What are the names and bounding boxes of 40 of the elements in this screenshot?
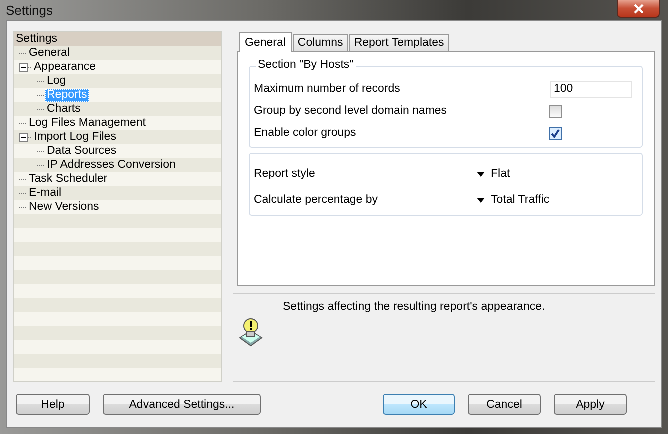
dropdown[interactable]: Flat: [477, 168, 510, 180]
tab[interactable]: Columns: [292, 34, 348, 51]
close-icon: [632, 4, 644, 14]
tree-item[interactable]: E-mail: [27, 186, 64, 200]
tree-item[interactable]: Charts: [45, 102, 83, 116]
dialog-button[interactable]: OK: [383, 394, 455, 415]
dropdown-arrow-icon: [477, 198, 485, 202]
dialog-button[interactable]: Apply: [554, 394, 627, 415]
tab[interactable]: Report Templates: [349, 34, 450, 51]
dropdown[interactable]: Total Traffic: [477, 194, 550, 206]
lightbulb-icon: [239, 318, 263, 348]
tree-item[interactable]: IP Addresses Conversion: [45, 158, 178, 172]
setting-label: Maximum number of records: [254, 83, 400, 95]
close-button[interactable]: [617, 0, 660, 18]
tree-item[interactable]: Log Files Management: [27, 116, 148, 130]
dialog-button[interactable]: Help: [16, 394, 90, 415]
option-label: Calculate percentage by: [254, 194, 380, 206]
tree-item[interactable]: New Versions: [27, 200, 102, 214]
tree-item[interactable]: Import Log Files: [32, 130, 118, 144]
setting-label: Group by second level domain names: [254, 105, 448, 117]
setting-label: Enable color groups: [254, 127, 356, 139]
group-title: Section "By Hosts": [256, 59, 356, 71]
dropdown-arrow-icon: [477, 172, 485, 176]
window-title: Settings: [6, 2, 53, 18]
checkbox[interactable]: [549, 126, 562, 140]
hint-text: Settings affecting the resulting report's appearance.: [283, 301, 546, 315]
dialog-button[interactable]: Advanced Settings...: [103, 394, 261, 415]
collapse-icon[interactable]: [19, 62, 28, 72]
tree-root[interactable]: Settings: [16, 33, 58, 45]
dialog-button[interactable]: Cancel: [468, 394, 541, 415]
tree-item[interactable]: Data Sources: [45, 144, 119, 158]
tree-item[interactable]: General: [27, 46, 72, 60]
tree-item[interactable]: Task Scheduler: [27, 172, 110, 186]
tree-item[interactable]: Appearance: [32, 60, 98, 74]
collapse-icon[interactable]: [19, 132, 28, 142]
tree-item[interactable]: Log: [45, 74, 68, 88]
number-field[interactable]: 100: [550, 80, 632, 98]
tab[interactable]: General: [239, 32, 292, 52]
option-label: Report style: [254, 168, 316, 180]
checkbox[interactable]: [549, 104, 562, 118]
